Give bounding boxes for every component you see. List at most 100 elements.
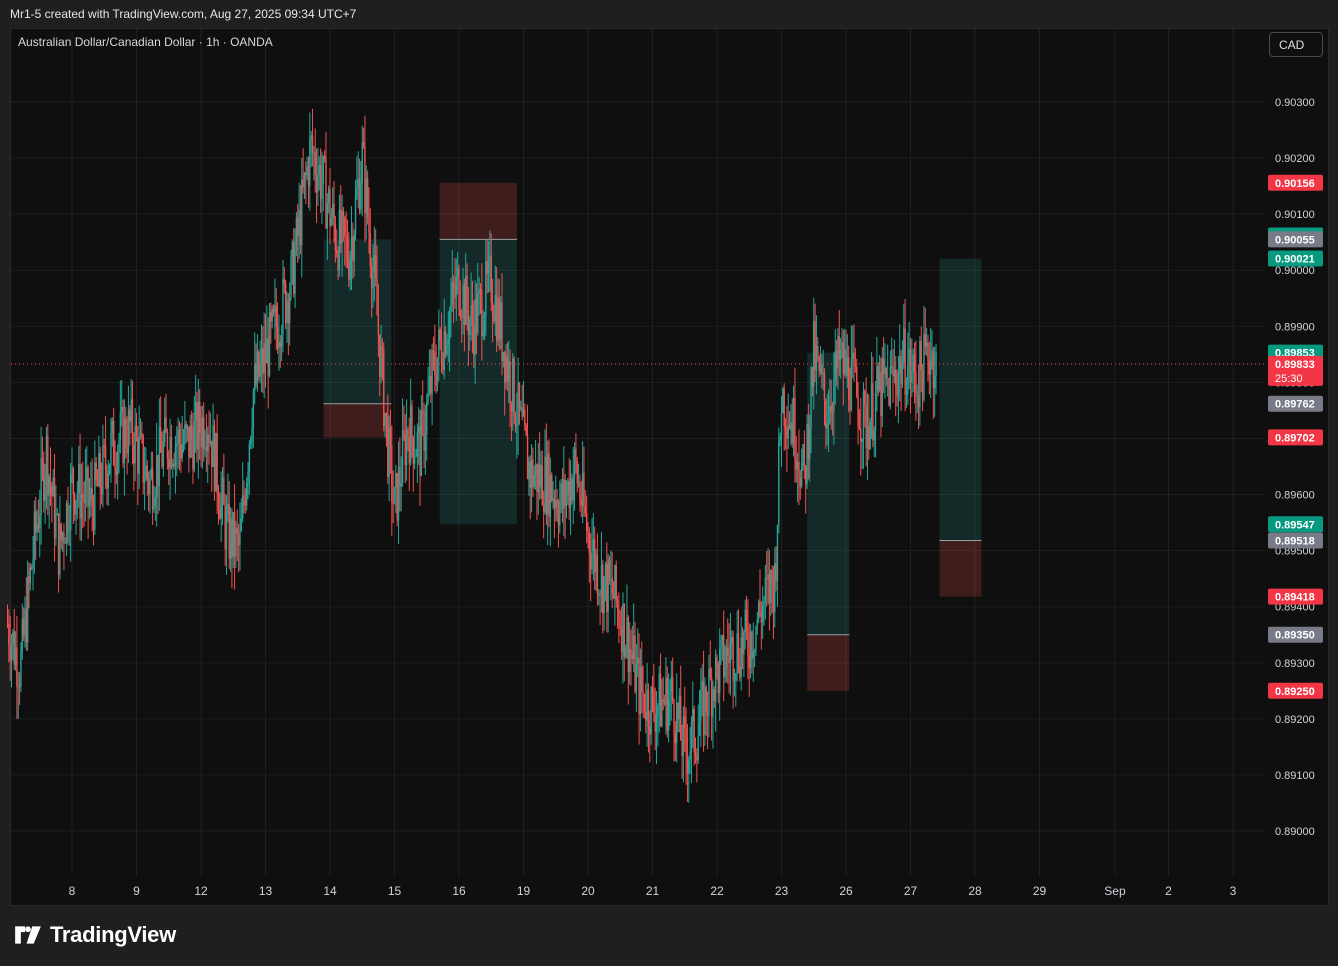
candle-body: [391, 445, 393, 503]
candle-body: [108, 464, 111, 474]
symbol-title[interactable]: Australian Dollar/Canadian Dollar · 1h ·…: [18, 35, 273, 49]
candle-body: [774, 563, 776, 613]
candle-body: [440, 340, 443, 364]
candle-body: [667, 699, 670, 731]
candle-body: [657, 705, 659, 716]
candle-body: [244, 500, 247, 506]
candle-body: [96, 479, 99, 486]
candle-body: [87, 467, 89, 507]
candle-body: [517, 382, 519, 425]
candle-body: [473, 326, 475, 355]
candlestick-chart[interactable]: 0.90300 0.90200 0.90100 0.90000 0.89900 0.898…: [0, 0, 1338, 966]
candle-body: [521, 407, 523, 417]
candle-body: [272, 308, 275, 313]
candle-body: [256, 351, 259, 384]
candle-body: [373, 254, 376, 272]
candle-body: [775, 563, 777, 582]
currency-button[interactable]: CAD: [1269, 32, 1323, 57]
candle-body: [839, 349, 842, 360]
candle-body: [673, 701, 675, 734]
candle-body: [173, 463, 175, 467]
candle-body: [595, 555, 597, 573]
candle-body: [545, 456, 548, 514]
candle-body: [18, 686, 21, 688]
candle-body: [485, 261, 487, 316]
candle-body: [635, 663, 638, 692]
candle-body: [651, 687, 654, 691]
candle-body: [743, 632, 745, 655]
candle-body: [12, 631, 14, 644]
candle-body: [360, 184, 362, 210]
stop-zone[interactable]: [323, 403, 392, 438]
candle-body: [693, 708, 695, 753]
candle-body: [190, 425, 193, 440]
candle-body: [567, 480, 569, 494]
candle-body: [573, 449, 576, 478]
candle-body: [307, 166, 310, 187]
candle-body: [642, 691, 644, 694]
candle-body: [791, 422, 793, 444]
candle-body: [377, 314, 380, 335]
candle-body: [84, 479, 87, 504]
candle-body: [876, 366, 878, 393]
stop-zone[interactable]: [939, 540, 982, 597]
candle-body: [446, 344, 448, 355]
candle-body: [104, 446, 107, 471]
candle-body: [37, 524, 40, 529]
stop-zone[interactable]: [439, 182, 518, 240]
candle-body: [843, 349, 846, 374]
candle-body: [760, 612, 763, 623]
candle-body: [330, 217, 333, 226]
candle-body: [41, 458, 44, 463]
candle-body: [608, 559, 611, 581]
y-tick-label: 0.90300: [1275, 97, 1315, 109]
candle-body: [506, 356, 509, 382]
candle-body: [263, 343, 265, 374]
candle-body: [76, 493, 79, 502]
candle-body: [322, 156, 324, 184]
candle-body: [804, 465, 807, 485]
candle-body: [243, 495, 245, 501]
candle-body: [478, 289, 480, 294]
candle-body: [299, 209, 302, 245]
candle-body: [344, 217, 346, 236]
candle-body: [197, 401, 200, 450]
candle-body: [692, 708, 694, 722]
candle-body: [811, 367, 814, 387]
candle-body: [716, 657, 718, 664]
candle-body: [116, 452, 119, 475]
y-tick-label: 0.90000: [1275, 265, 1315, 277]
candle-body: [498, 298, 501, 340]
candle-body: [624, 648, 627, 657]
candle-body: [364, 146, 366, 213]
candle-body: [78, 463, 80, 494]
grid-lines: [11, 29, 1265, 876]
candle-body: [862, 391, 865, 439]
candle-body: [696, 756, 698, 761]
candle-body: [490, 255, 492, 303]
candle-body: [444, 331, 447, 355]
candle-body: [795, 460, 797, 470]
candle-body: [235, 528, 237, 557]
candle-body: [379, 334, 381, 377]
candle-body: [16, 647, 18, 687]
candle-body: [174, 446, 177, 467]
candle-body: [319, 164, 322, 200]
candle-body: [219, 508, 221, 519]
tradingview-logo[interactable]: TradingView: [12, 922, 176, 948]
stop-zone[interactable]: [807, 634, 850, 691]
candle-body: [611, 578, 613, 595]
candle-body: [178, 429, 181, 444]
candle-body: [904, 328, 906, 395]
candle-body: [682, 716, 685, 757]
candle-body: [98, 453, 100, 486]
candle-body: [616, 600, 619, 608]
candle-body: [537, 464, 539, 493]
candle-body: [196, 401, 198, 450]
candle-body: [95, 462, 97, 480]
candle-body: [329, 188, 331, 226]
candle-body: [301, 179, 303, 245]
candle-body: [661, 699, 663, 726]
candle-body: [164, 417, 166, 443]
profit-zone[interactable]: [939, 258, 982, 541]
